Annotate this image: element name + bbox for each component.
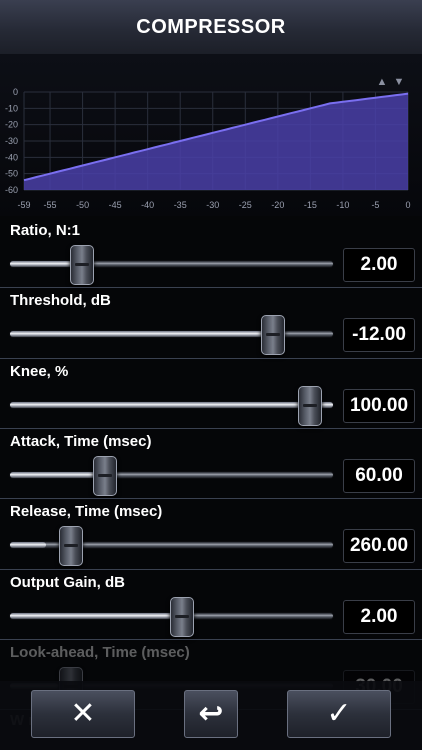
- y-tick-label: -60: [5, 185, 18, 195]
- param-row: Ratio, N:1 2.00: [0, 218, 422, 288]
- slider-thumb[interactable]: [170, 596, 195, 637]
- scroll-down-icon[interactable]: ▼: [393, 76, 405, 88]
- param-label: Attack, Time (msec): [10, 432, 152, 450]
- slider-thumb[interactable]: [92, 455, 117, 496]
- param-label: Knee, %: [10, 362, 69, 380]
- slider-fill: [10, 542, 46, 549]
- cancel-button[interactable]: ✕: [31, 690, 135, 738]
- slider-track[interactable]: [10, 471, 333, 478]
- param-row: Threshold, dB -12.00: [0, 288, 422, 358]
- y-tick-label: 0: [13, 87, 18, 97]
- close-icon: ✕: [70, 697, 96, 730]
- param-value[interactable]: 2.00: [343, 248, 415, 282]
- x-tick-label: -20: [271, 200, 284, 210]
- param-value[interactable]: 2.00: [343, 599, 415, 634]
- slider-thumb[interactable]: [59, 526, 83, 567]
- param-label: Ratio, N:1: [10, 222, 81, 239]
- param-label: Release, Time (msec): [10, 503, 163, 521]
- x-tick-label: 0: [405, 200, 410, 210]
- param-row: Knee, % 100.00: [0, 359, 422, 429]
- x-tick-label: -10: [336, 200, 349, 210]
- param-label: Output Gain, dB: [10, 573, 125, 591]
- x-tick-label: -35: [174, 200, 187, 210]
- slider-thumb[interactable]: [260, 315, 285, 356]
- param-value[interactable]: 260.00: [343, 529, 415, 564]
- x-tick-label: -45: [109, 200, 122, 210]
- undo-icon: ↩: [198, 697, 224, 730]
- y-tick-label: -40: [5, 152, 18, 162]
- slider-thumb[interactable]: [70, 245, 95, 285]
- x-tick-label: -50: [76, 200, 89, 210]
- x-tick-label: -40: [141, 200, 154, 210]
- param-row: Output Gain, dB 2.00: [0, 570, 422, 640]
- param-value[interactable]: 100.00: [343, 388, 415, 423]
- param-label: Threshold, dB: [10, 292, 111, 310]
- x-tick-label: -59: [17, 200, 30, 210]
- param-label: Look-ahead, Time (msec): [10, 643, 190, 661]
- param-value[interactable]: 60.00: [343, 458, 415, 493]
- param-value[interactable]: -12.00: [343, 318, 415, 353]
- slider-track[interactable]: [10, 261, 333, 267]
- y-tick-label: -30: [5, 136, 18, 146]
- slider-fill: [10, 331, 272, 338]
- check-icon: ✓: [326, 697, 352, 730]
- x-tick-label: -15: [304, 200, 317, 210]
- x-tick-label: -55: [44, 200, 57, 210]
- reset-button[interactable]: ↩: [184, 690, 238, 738]
- slider-fill: [10, 612, 182, 619]
- confirm-button[interactable]: ✓: [287, 690, 391, 738]
- page-title: COMPRESSOR: [136, 15, 286, 38]
- param-row: Attack, Time (msec) 60.00: [0, 429, 422, 499]
- compressor-graph: 0 -10 -20 -30 -40 -50 -60 -59 -55 -50 -45 -40 -35 -30…: [0, 54, 422, 216]
- y-tick-label: -20: [5, 120, 18, 130]
- scroll-up-icon[interactable]: ▲: [376, 76, 388, 88]
- y-tick-label: -10: [5, 103, 18, 113]
- slider-thumb[interactable]: [298, 385, 322, 426]
- bottom-toolbar: ✕ ↩ ✓: [0, 681, 422, 750]
- slider-track[interactable]: [10, 401, 333, 408]
- param-row: Release, Time (msec) 260.00: [0, 499, 422, 569]
- title-bar: COMPRESSOR: [0, 0, 422, 55]
- x-tick-label: -25: [239, 200, 252, 210]
- y-tick-label: -50: [5, 169, 18, 179]
- slider-fill: [10, 471, 104, 478]
- x-tick-label: -5: [371, 200, 379, 210]
- slider-fill: [10, 401, 333, 408]
- graph-svg: 0-10-20-30-40-50-60-59 -55 -50 -45 -40 -35 -30…: [5, 87, 411, 210]
- x-tick-label: -30: [206, 200, 219, 210]
